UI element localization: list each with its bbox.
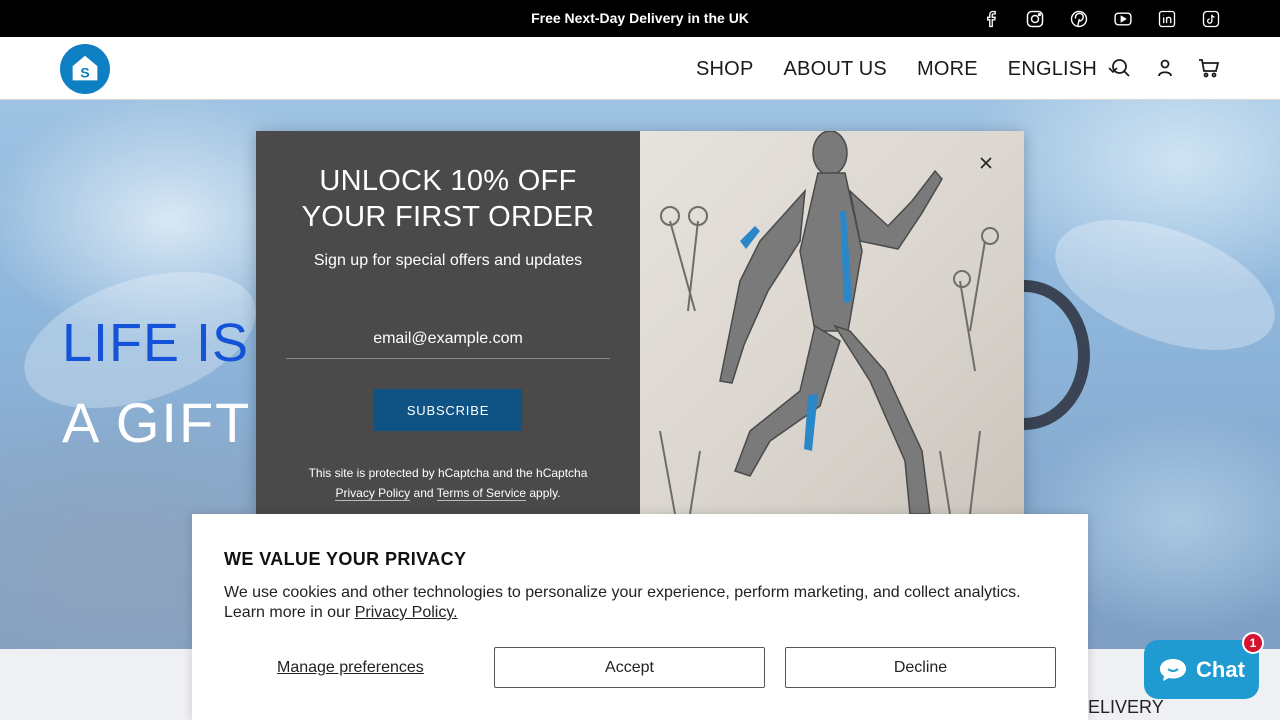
youtube-icon[interactable] bbox=[1112, 8, 1134, 30]
chat-button[interactable]: Chat bbox=[1144, 640, 1259, 699]
accept-cookies-button[interactable]: Accept bbox=[494, 647, 765, 688]
language-label: ENGLISH bbox=[1007, 58, 1097, 80]
search-icon[interactable] bbox=[1110, 57, 1132, 79]
nav-shop[interactable]: SHOP bbox=[696, 58, 753, 81]
subscribe-button[interactable]: SUBSCRIBE bbox=[374, 389, 522, 431]
captcha-apply-text: apply. bbox=[529, 486, 561, 500]
email-field[interactable] bbox=[286, 319, 610, 359]
cookie-title: WE VALUE YOUR PRIVACY bbox=[224, 549, 467, 569]
pinterest-icon[interactable] bbox=[1068, 8, 1090, 30]
announcement-bar: Free Next-Day Delivery in the UK bbox=[0, 0, 1280, 37]
tiktok-icon[interactable] bbox=[1200, 8, 1222, 30]
cart-icon[interactable] bbox=[1198, 57, 1220, 79]
nav-more[interactable]: MORE bbox=[917, 58, 978, 81]
cookie-description-text: We use cookies and other technologies to… bbox=[224, 584, 1021, 621]
chat-label: Chat bbox=[1196, 656, 1245, 682]
logo[interactable]: S bbox=[60, 44, 110, 94]
popup-subtitle: Sign up for special offers and updates bbox=[313, 252, 583, 269]
captcha-notice-text: This site is protected by hCaptcha and t… bbox=[308, 466, 588, 480]
main-nav: SHOP ABOUT US MORE ENGLISH bbox=[696, 58, 1119, 81]
facebook-icon[interactable] bbox=[980, 8, 1002, 30]
nav-about-us[interactable]: ABOUT US bbox=[783, 58, 886, 81]
linkedin-icon[interactable] bbox=[1156, 8, 1178, 30]
popup-title-line2: YOUR FIRST ORDER bbox=[301, 201, 595, 233]
cookie-description: We use cookies and other technologies to… bbox=[224, 583, 1064, 623]
header-icons bbox=[1110, 57, 1220, 79]
popup-image bbox=[640, 131, 1024, 514]
instagram-icon[interactable] bbox=[1024, 8, 1046, 30]
site-header: S SHOP ABOUT US MORE ENGLISH bbox=[0, 37, 1280, 100]
chat-unread-badge: 1 bbox=[1242, 632, 1264, 654]
hero-headline-line2: A GIFT bbox=[62, 391, 252, 454]
cookie-banner: WE VALUE YOUR PRIVACY We use cookies and… bbox=[192, 514, 1088, 720]
popup-title-line1: UNLOCK 10% OFF bbox=[319, 165, 577, 197]
house-logo-icon: S bbox=[72, 55, 98, 82]
hero-headline-line1: LIFE IS bbox=[62, 313, 250, 373]
feature-strip-text: ELIVERY bbox=[1088, 697, 1164, 717]
newsletter-popup: UNLOCK 10% OFF YOUR FIRST ORDER Sign up … bbox=[256, 131, 1024, 514]
popup-title: UNLOCK 10% OFF YOUR FIRST ORDER bbox=[256, 163, 640, 235]
chat-bubble-icon bbox=[1160, 658, 1187, 681]
svg-text:S: S bbox=[80, 66, 90, 82]
manage-preferences-link[interactable]: Manage preferences bbox=[277, 659, 424, 677]
privacy-policy-link[interactable]: Privacy Policy bbox=[335, 486, 411, 501]
close-icon[interactable] bbox=[976, 153, 996, 173]
decline-cookies-button[interactable]: Decline bbox=[785, 647, 1056, 688]
popup-form-panel: UNLOCK 10% OFF YOUR FIRST ORDER Sign up … bbox=[256, 131, 640, 514]
social-links bbox=[980, 8, 1222, 30]
instrument-figure-illustration bbox=[659, 131, 999, 514]
captcha-and-text: and bbox=[413, 486, 434, 500]
account-icon[interactable] bbox=[1154, 57, 1176, 79]
language-selector[interactable]: ENGLISH bbox=[1008, 58, 1119, 81]
cookie-privacy-policy-link[interactable]: Privacy Policy. bbox=[355, 604, 458, 621]
terms-of-service-link[interactable]: Terms of Service bbox=[436, 486, 527, 501]
captcha-notice: This site is protected by hCaptcha and t… bbox=[276, 463, 620, 503]
